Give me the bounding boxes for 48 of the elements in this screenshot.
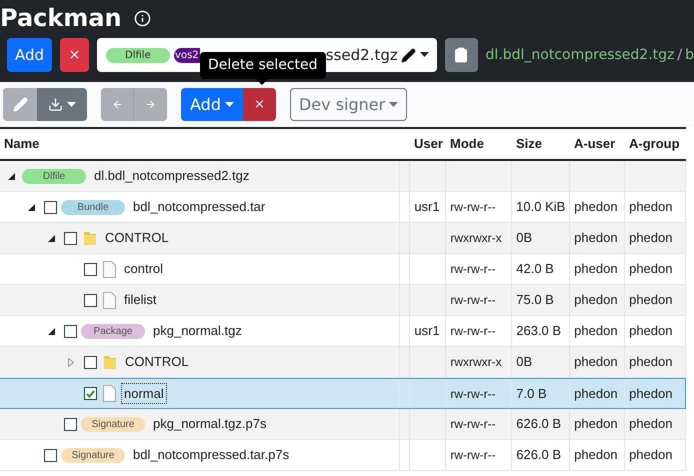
selected-package: ssed2.tgz bbox=[326, 44, 398, 66]
table-cell: 626.0 B bbox=[511, 440, 570, 470]
type-badge: Bundle bbox=[61, 200, 125, 214]
table-cell: phedon bbox=[569, 192, 624, 222]
table-cell: 10.0 KiB bbox=[511, 192, 570, 222]
table-cell: phedon bbox=[569, 285, 624, 315]
breadcrumb-separator: / bbox=[677, 46, 682, 64]
table-cell: phedon bbox=[569, 409, 624, 439]
table-cell: rw-rw-r-- bbox=[445, 316, 512, 346]
table-cell: usr1 bbox=[409, 192, 446, 222]
table-cell: 42.0 B bbox=[511, 254, 570, 284]
table-cell: phedon bbox=[624, 192, 685, 222]
table-cell: 263.0 B bbox=[511, 316, 570, 346]
table-cell: phedon bbox=[624, 254, 685, 284]
table-cell: phedon bbox=[624, 347, 685, 377]
table-cell: rwxrwxr-x bbox=[445, 347, 512, 377]
table-cell: rw-rw-r-- bbox=[445, 379, 512, 408]
type-badge: Signature bbox=[81, 416, 145, 432]
table-cell: phedon bbox=[569, 223, 624, 253]
type-badge: Package bbox=[81, 324, 145, 338]
table-cell: rwxrwxr-x bbox=[445, 223, 512, 253]
table-cell: 0B bbox=[511, 223, 570, 253]
type-badge: vos2 bbox=[174, 48, 200, 62]
table-cell: usr1 bbox=[409, 316, 446, 346]
table-cell: phedon bbox=[569, 316, 624, 346]
type-badge: Dlfile bbox=[22, 168, 86, 184]
table-cell: phedon bbox=[624, 409, 685, 439]
type-badge: Dlfile bbox=[106, 48, 170, 62]
table-cell: rw-rw-r-- bbox=[445, 285, 512, 315]
table-cell: phedon bbox=[569, 347, 624, 377]
table-cell: 0B bbox=[511, 347, 570, 377]
table-cell: 75.0 B bbox=[511, 285, 570, 315]
table-cell: rw-rw-r-- bbox=[445, 440, 512, 470]
table-cell: 626.0 B bbox=[511, 409, 570, 439]
table-cell: phedon bbox=[569, 254, 624, 284]
table-cell: phedon bbox=[624, 379, 685, 408]
table-cell: phedon bbox=[569, 379, 624, 408]
table-cell: phedon bbox=[624, 316, 685, 346]
table-cell: 7.0 B bbox=[511, 379, 570, 408]
type-badge: Signature bbox=[61, 448, 125, 462]
table-cell: rw-rw-r-- bbox=[445, 254, 512, 284]
table-cell: phedon bbox=[624, 285, 685, 315]
table-cell: rw-rw-r-- bbox=[445, 192, 512, 222]
table-cell: rw-rw-r-- bbox=[445, 409, 512, 439]
app-title: Packman bbox=[0, 6, 122, 30]
table-cell: phedon bbox=[624, 440, 685, 470]
table-cell: phedon bbox=[624, 223, 685, 253]
table-cell: phedon bbox=[569, 440, 624, 470]
